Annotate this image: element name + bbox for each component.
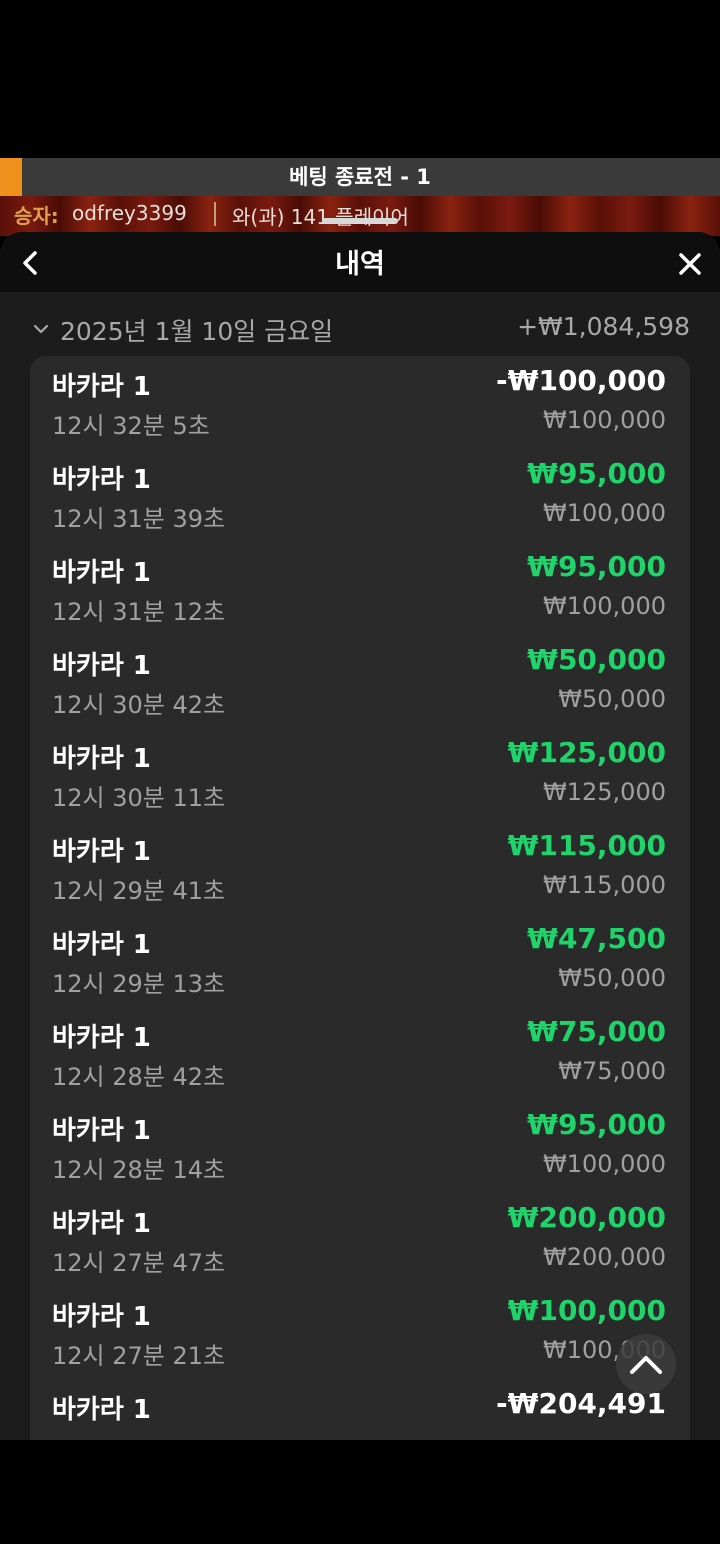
bet-time: 12시 27분 21초 xyxy=(52,1342,226,1370)
bet-game-name: 바카라 1 xyxy=(52,930,151,960)
bet-game-name: 바카라 1 xyxy=(52,1395,151,1425)
bet-history-list: 바카라 1 12시 32분 5초 -₩100,000 ₩100,000 바카라 1 12시… xyxy=(30,356,690,1440)
bet-stake: ₩115,000 xyxy=(543,871,666,899)
bet-stake: ₩200,000 xyxy=(543,1243,666,1271)
scroll-top-button[interactable] xyxy=(616,1334,676,1394)
bet-time: 12시 32분 5초 xyxy=(52,412,210,440)
bet-row[interactable]: 바카라 1 12시 31분 39초 ₩95,000 ₩100,000 xyxy=(30,449,690,542)
sheet-header: 내역 xyxy=(0,232,720,292)
bet-row[interactable]: 바카라 1 12시 31분 12초 ₩95,000 ₩100,000 xyxy=(30,542,690,635)
bet-payout: ₩125,000 xyxy=(507,736,666,769)
bet-payout: -₩100,000 xyxy=(495,364,666,397)
bet-game-name: 바카라 1 xyxy=(52,1302,151,1332)
bet-stake: ₩100,000 xyxy=(543,592,666,620)
bet-stake: ₩75,000 xyxy=(558,1057,666,1085)
history-sheet: 내역 2025년 1월 10일 금요일 +₩1,084,598 바카라 1 12시… xyxy=(0,232,720,1440)
bet-row[interactable]: 바카라 1 12시 29분 41초 ₩115,000 ₩115,000 xyxy=(30,821,690,914)
winner-label: 승자: xyxy=(14,204,59,228)
chevron-down-icon xyxy=(33,324,49,334)
bet-time: 12시 29분 41초 xyxy=(52,877,226,905)
bet-stake: ₩100,000 xyxy=(543,499,666,527)
bet-game-name: 바카라 1 xyxy=(52,558,151,588)
bet-game-name: 바카라 1 xyxy=(52,1023,151,1053)
bet-stake: ₩100,000 xyxy=(543,1150,666,1178)
bet-time: 12시 30분 42초 xyxy=(52,691,226,719)
sheet-title: 내역 xyxy=(335,249,385,280)
bet-game-name: 바카라 1 xyxy=(52,651,151,681)
winner-strip: 승자: odfrey3399 와(과) 141 플레이어 xyxy=(0,196,720,236)
bet-row[interactable]: 바카라 1 12시 27분 21초 ₩100,000 ₩100,000 xyxy=(30,1286,690,1379)
bet-game-name: 바카라 1 xyxy=(52,1209,151,1239)
bet-game-name: 바카라 1 xyxy=(52,744,151,774)
bet-row[interactable]: 바카라 1 12시 27분 47초 ₩200,000 ₩200,000 xyxy=(30,1193,690,1286)
bet-game-name: 바카라 1 xyxy=(52,372,151,402)
bet-row[interactable]: 바카라 1 12시 29분 13초 ₩47,500 ₩50,000 xyxy=(30,914,690,1007)
close-icon xyxy=(679,253,701,275)
bet-stake: ₩50,000 xyxy=(558,964,666,992)
bet-time: 12시 31분 12초 xyxy=(52,598,226,626)
bet-payout: ₩200,000 xyxy=(507,1201,666,1234)
status-bar xyxy=(0,0,720,158)
winner-count: 와(과) 141 플레이어 xyxy=(232,205,409,229)
navigation-bar xyxy=(0,1440,720,1544)
sheet-drag-handle[interactable] xyxy=(322,218,398,224)
date-group-header[interactable]: 2025년 1월 10일 금요일 +₩1,084,598 xyxy=(0,310,720,350)
bet-time: 12시 28분 42초 xyxy=(52,1063,226,1091)
bet-payout: ₩100,000 xyxy=(507,1294,666,1327)
close-button[interactable] xyxy=(672,246,708,282)
game-banner: 베팅 종료전 - 1 xyxy=(0,158,720,196)
bet-payout: ₩95,000 xyxy=(527,457,666,490)
bet-row[interactable]: 바카라 1 12시 30분 11초 ₩125,000 ₩125,000 xyxy=(30,728,690,821)
bet-row[interactable]: 바카라 1 -₩204,491 xyxy=(30,1379,690,1440)
bet-stake: ₩100,000 xyxy=(543,406,666,434)
bet-game-name: 바카라 1 xyxy=(52,1116,151,1146)
winner-name: odfrey3399 xyxy=(72,201,187,225)
group-date: 2025년 1월 10일 금요일 xyxy=(60,317,334,346)
bet-payout: ₩47,500 xyxy=(527,922,666,955)
group-total: +₩1,084,598 xyxy=(517,312,690,341)
bet-time: 12시 30분 11초 xyxy=(52,784,226,812)
bet-time: 12시 31분 39초 xyxy=(52,505,226,533)
bet-row[interactable]: 바카라 1 12시 28분 42초 ₩75,000 ₩75,000 xyxy=(30,1007,690,1100)
winner-divider xyxy=(214,202,216,226)
bet-time: 12시 27분 47초 xyxy=(52,1249,226,1277)
bet-payout: ₩50,000 xyxy=(527,643,666,676)
bet-time: 12시 29분 13초 xyxy=(52,970,226,998)
bet-payout: ₩95,000 xyxy=(527,550,666,583)
bet-stake: ₩125,000 xyxy=(543,778,666,806)
bet-payout: ₩95,000 xyxy=(527,1108,666,1141)
banner-title: 베팅 종료전 - 1 xyxy=(289,165,431,189)
bet-payout: ₩75,000 xyxy=(527,1015,666,1048)
bet-stake: ₩50,000 xyxy=(558,685,666,713)
chevron-up-icon xyxy=(630,1356,662,1374)
bet-game-name: 바카라 1 xyxy=(52,837,151,867)
bet-row[interactable]: 바카라 1 12시 30분 42초 ₩50,000 ₩50,000 xyxy=(30,635,690,728)
bet-row[interactable]: 바카라 1 12시 32분 5초 -₩100,000 ₩100,000 xyxy=(30,356,690,449)
bet-payout: ₩115,000 xyxy=(507,829,666,862)
bet-row[interactable]: 바카라 1 12시 28분 14초 ₩95,000 ₩100,000 xyxy=(30,1100,690,1193)
bet-time: 12시 28분 14초 xyxy=(52,1156,226,1184)
bet-game-name: 바카라 1 xyxy=(52,465,151,495)
